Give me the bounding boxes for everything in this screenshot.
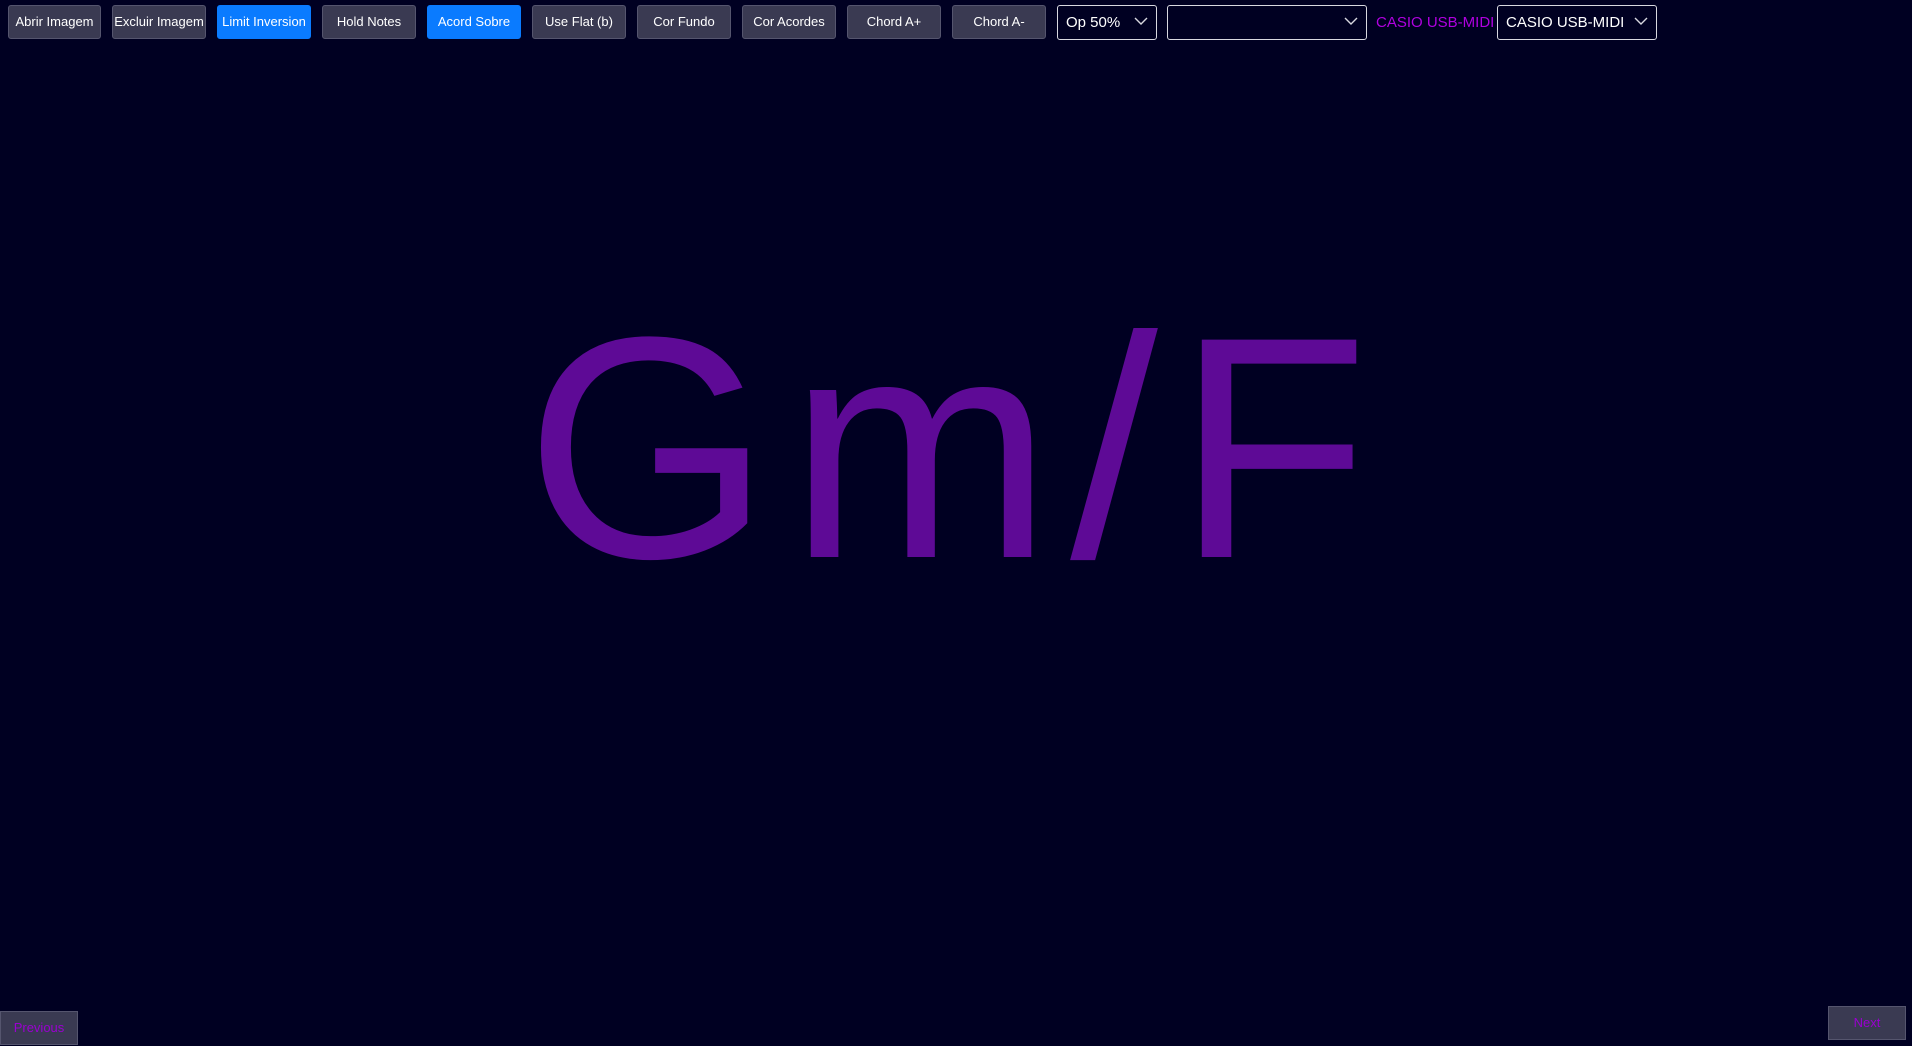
- chevron-down-icon: [1344, 17, 1358, 25]
- toolbar: Abrir Imagem Excluir Imagem Limit Invers…: [0, 0, 1912, 44]
- acord-sobre-button[interactable]: Acord Sobre: [427, 5, 521, 39]
- background-color-button[interactable]: Cor Fundo: [637, 5, 731, 39]
- delete-image-button[interactable]: Excluir Imagem: [112, 5, 206, 39]
- open-image-button[interactable]: Abrir Imagem: [8, 5, 101, 39]
- next-button[interactable]: Next: [1828, 1006, 1906, 1040]
- limit-inversion-button[interactable]: Limit Inversion: [217, 5, 311, 39]
- opacity-select-value: Op 50%: [1066, 14, 1121, 31]
- chord-size-down-button[interactable]: Chord A-: [952, 5, 1046, 39]
- midi-device-select[interactable]: CASIO USB-MIDI: [1497, 5, 1657, 40]
- chevron-down-icon: [1134, 17, 1148, 25]
- chord-color-button[interactable]: Cor Acordes: [742, 5, 836, 39]
- chevron-down-icon: [1634, 17, 1648, 25]
- chord-display: Gm/F: [525, 271, 1387, 624]
- midi-device-select-value: CASIO USB-MIDI: [1506, 14, 1625, 31]
- use-flat-button[interactable]: Use Flat (b): [532, 5, 626, 39]
- image-select[interactable]: [1167, 5, 1367, 40]
- hold-notes-button[interactable]: Hold Notes: [322, 5, 416, 39]
- chord-size-up-button[interactable]: Chord A+: [847, 5, 941, 39]
- opacity-select[interactable]: Op 50%: [1057, 5, 1157, 40]
- previous-button[interactable]: Previous: [0, 1011, 78, 1045]
- midi-device-label: CASIO USB-MIDI: [1376, 14, 1495, 31]
